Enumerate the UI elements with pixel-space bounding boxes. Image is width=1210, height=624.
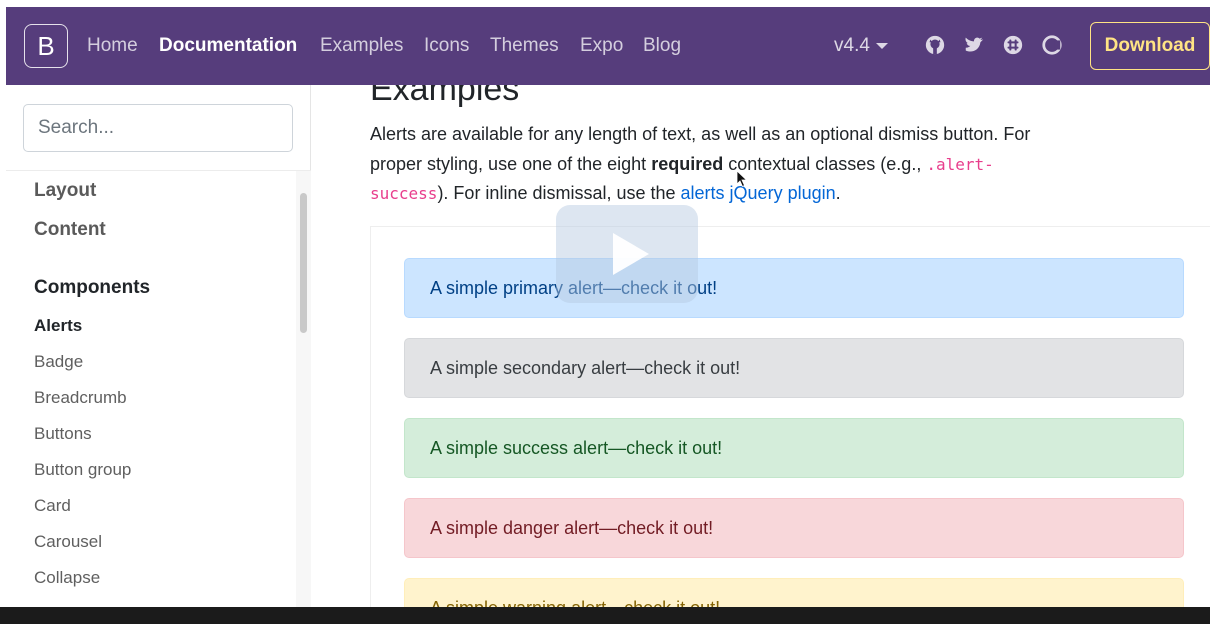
version-label: v4.4 (834, 35, 870, 56)
mouse-cursor-icon (736, 170, 748, 188)
sidebar-item-button-group[interactable]: Button group (34, 460, 131, 480)
github-icon[interactable] (924, 34, 946, 56)
intro-text: ). For inline dismissal, use the (437, 183, 681, 203)
sidebar-item-carousel[interactable]: Carousel (34, 532, 102, 552)
top-strip (0, 0, 1210, 7)
sidebar-item-buttons[interactable]: Buttons (34, 424, 92, 444)
alert-primary: A simple primary alert—check it out! (404, 258, 1184, 318)
caret-down-icon (875, 42, 888, 49)
sidebar-group-components[interactable]: Components (34, 277, 150, 299)
nav-expo[interactable]: Expo (580, 35, 623, 57)
sidebar-group-layout[interactable]: Layout (34, 180, 96, 202)
sidebar-scrollbar-thumb[interactable] (300, 193, 307, 333)
sidebar-item-alerts[interactable]: Alerts (34, 316, 82, 336)
nav-examples[interactable]: Examples (320, 35, 403, 57)
video-bottom-bar (0, 607, 1210, 624)
play-icon (613, 233, 649, 275)
search-area (6, 85, 311, 171)
opencollective-icon[interactable] (1041, 34, 1063, 56)
download-button[interactable]: Download (1090, 22, 1210, 70)
video-play-button[interactable] (556, 205, 698, 303)
sidebar-item-card[interactable]: Card (34, 496, 71, 516)
alert-secondary: A simple secondary alert—check it out! (404, 338, 1184, 398)
sidebar-item-badge[interactable]: Badge (34, 352, 83, 372)
intro-paragraph: Alerts are available for any length of t… (370, 120, 1050, 209)
main-content: Examples Alerts are available for any le… (311, 85, 1210, 607)
twitter-icon[interactable] (963, 34, 985, 56)
sidebar-group-content[interactable]: Content (34, 219, 106, 241)
version-dropdown[interactable]: v4.4 (834, 35, 888, 57)
nav-blog[interactable]: Blog (643, 35, 681, 57)
intro-required: required (651, 153, 724, 174)
section-title: Examples (370, 85, 520, 108)
intro-text: contextual classes (e.g., (723, 153, 927, 174)
intro-text: . (835, 183, 841, 203)
docs-sidebar: Layout Content Components Alerts Badge B… (6, 85, 311, 607)
nav-themes[interactable]: Themes (490, 35, 559, 57)
alert-success: A simple success alert—check it out! (404, 418, 1184, 478)
top-navbar: B Home Documentation Examples Icons Them… (6, 7, 1210, 85)
nav-home[interactable]: Home (87, 35, 138, 57)
slack-icon[interactable] (1002, 34, 1024, 56)
example-container: A simple primary alert—check it out! A s… (370, 226, 1210, 607)
nav-documentation[interactable]: Documentation (159, 35, 297, 57)
alert-warning: A simple warning alert—check it out! (404, 578, 1184, 607)
alerts-plugin-link[interactable]: alerts jQuery plugin (681, 183, 836, 203)
nav-icons[interactable]: Icons (424, 35, 469, 57)
search-input[interactable] (23, 104, 293, 152)
bootstrap-logo[interactable]: B (24, 24, 68, 68)
alert-danger: A simple danger alert—check it out! (404, 498, 1184, 558)
sidebar-item-breadcrumb[interactable]: Breadcrumb (34, 388, 127, 408)
sidebar-item-collapse[interactable]: Collapse (34, 568, 100, 588)
